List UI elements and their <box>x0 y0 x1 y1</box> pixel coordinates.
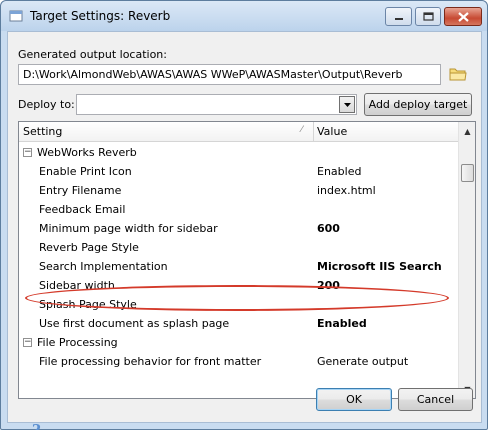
ok-button[interactable]: OK <box>316 388 392 411</box>
highlight-ellipse <box>25 285 449 311</box>
setting-row[interactable]: Feedback Email <box>19 200 458 219</box>
group-header-row[interactable]: − File Processing <box>19 333 458 352</box>
group-name: WebWorks Reverb <box>37 146 137 159</box>
setting-name: Reverb Page Style <box>39 241 139 254</box>
deploy-to-label: Deploy to: <box>18 98 75 111</box>
setting-row[interactable]: Enable Print Icon Enabled <box>19 162 458 181</box>
setting-name: Search Implementation <box>39 260 168 273</box>
dialog-content: Generated output location: D:\Work\Almon… <box>7 31 482 430</box>
close-button[interactable] <box>444 7 482 26</box>
maximize-icon <box>422 12 434 21</box>
group-header-row[interactable]: − WebWorks Reverb <box>19 143 458 162</box>
minimize-button[interactable] <box>385 7 412 26</box>
setting-value[interactable]: Microsoft IIS Search <box>317 260 442 273</box>
setting-name: Minimum page width for sidebar <box>39 222 218 235</box>
settings-grid: Setting ⁄ Value − WebWorks Reverb Enable P… <box>18 121 476 399</box>
setting-row[interactable]: Search Implementation Microsoft IIS Searc… <box>19 257 458 276</box>
setting-row[interactable]: File processing behavior for front matte… <box>19 352 458 371</box>
chevron-down-icon <box>343 102 351 107</box>
deploy-to-select[interactable] <box>76 94 357 115</box>
svg-text:?: ? <box>32 421 41 430</box>
column-header-value[interactable]: Value <box>317 125 347 138</box>
output-location-label: Generated output location: <box>18 48 167 61</box>
output-location-field[interactable]: D:\Work\AlmondWeb\AWAS\AWAS WWeP\AWASMas… <box>18 64 441 85</box>
collapse-icon[interactable]: − <box>23 338 32 347</box>
setting-row[interactable]: Entry Filename index.html <box>19 181 458 200</box>
setting-row[interactable]: Reverb Page Style <box>19 238 458 257</box>
target-settings-dialog: Target Settings: Reverb Generated output… <box>0 0 488 430</box>
setting-name: Enable Print Icon <box>39 165 132 178</box>
column-divider[interactable] <box>313 122 314 142</box>
maximize-button[interactable] <box>415 7 441 26</box>
setting-value[interactable]: 600 <box>317 222 340 235</box>
help-icon[interactable]: ? <box>30 421 46 430</box>
app-icon <box>9 10 23 22</box>
setting-row[interactable]: Use first document as splash page Enabled <box>19 314 458 333</box>
close-icon <box>457 11 469 22</box>
minimize-icon <box>394 17 403 20</box>
setting-name: File processing behavior for front matte… <box>39 355 262 368</box>
sort-icon: ⁄ <box>301 125 303 135</box>
scroll-thumb[interactable] <box>461 164 474 182</box>
folder-icon[interactable] <box>449 66 467 82</box>
setting-value[interactable]: Generate output <box>317 355 408 368</box>
setting-value[interactable]: index.html <box>317 184 376 197</box>
setting-name: Entry Filename <box>39 184 122 197</box>
title-bar[interactable]: Target Settings: Reverb <box>1 1 487 31</box>
group-name: File Processing <box>37 336 118 349</box>
setting-row[interactable]: Minimum page width for sidebar 600 <box>19 219 458 238</box>
add-deploy-target-button[interactable]: Add deploy target <box>364 93 472 116</box>
setting-name: Feedback Email <box>39 203 126 216</box>
vertical-scrollbar[interactable]: ▲ ▼ <box>458 122 475 398</box>
scroll-up-arrow-icon[interactable]: ▲ <box>460 123 475 139</box>
setting-name: Use first document as splash page <box>39 317 230 330</box>
cancel-button[interactable]: Cancel <box>398 388 473 411</box>
setting-value[interactable]: Enabled <box>317 317 367 330</box>
column-header-setting[interactable]: Setting <box>23 125 62 138</box>
dropdown-arrow[interactable] <box>339 96 355 113</box>
window-title: Target Settings: Reverb <box>30 9 171 23</box>
grid-header: Setting ⁄ Value <box>19 122 458 142</box>
setting-value[interactable]: Enabled <box>317 165 361 178</box>
collapse-icon[interactable]: − <box>23 148 32 157</box>
